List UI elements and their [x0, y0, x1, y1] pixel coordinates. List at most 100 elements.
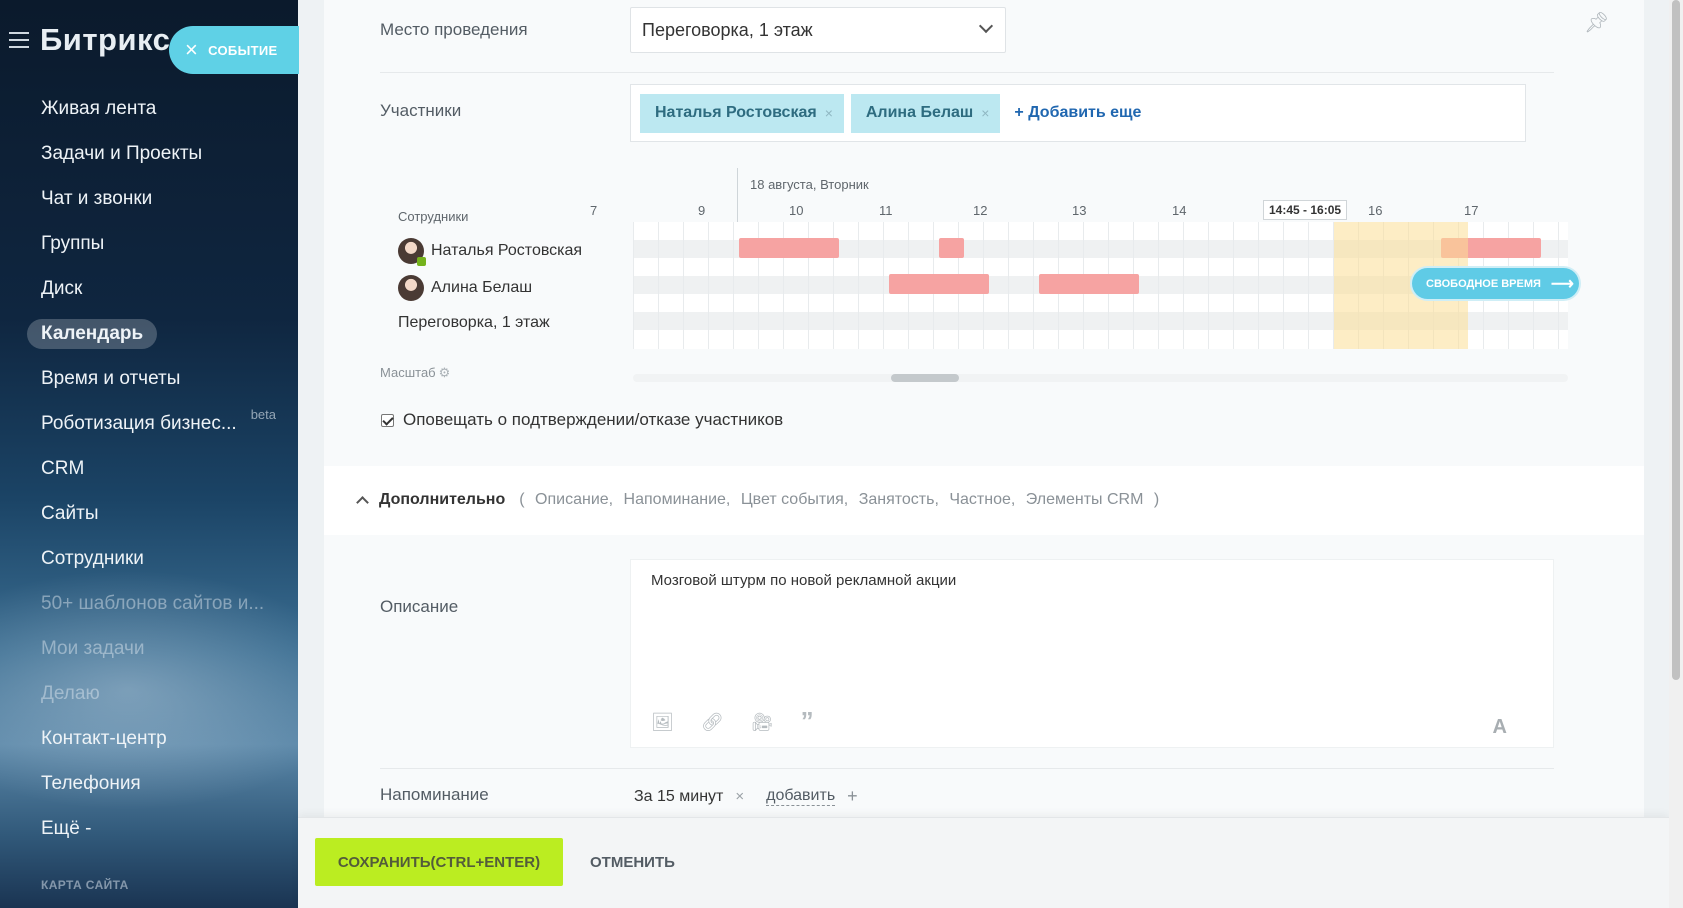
- quote-icon[interactable]: ”: [801, 708, 814, 734]
- hour-label: 17: [1464, 203, 1479, 218]
- sidebar-item[interactable]: Задачи и Проекты: [0, 131, 298, 176]
- free-time-label: СВОБОДНОЕ ВРЕМЯ: [1426, 277, 1541, 290]
- sidebar-item[interactable]: Делаю: [0, 671, 298, 716]
- reminder-label: Напоминание: [380, 785, 489, 804]
- description-text[interactable]: Мозговой штурм по новой рекламной акции: [651, 572, 956, 589]
- beta-badge: beta: [250, 407, 277, 422]
- sidebar-item[interactable]: Календарь: [0, 311, 298, 356]
- additional-toggle[interactable]: Дополнительно ( Описание, Напоминание, Ц…: [356, 491, 1165, 509]
- event-button[interactable]: × СОБЫТИЕ: [169, 26, 299, 74]
- grid-line: [1183, 222, 1184, 349]
- sidebar: Битрикс Живая лента Задачи и Проекты Чат и…: [0, 0, 298, 908]
- paren: ): [1153, 491, 1160, 508]
- additional-link-private[interactable]: Частное,: [949, 491, 1015, 508]
- link-icon[interactable]: 🔗︎: [701, 712, 724, 733]
- additional-link-description[interactable]: Описание,: [535, 491, 613, 508]
- notify-checkbox[interactable]: [381, 413, 394, 427]
- sidebar-item[interactable]: Живая лента: [0, 86, 298, 131]
- plus-icon[interactable]: +: [847, 786, 858, 807]
- sidebar-item-label: CRM: [41, 457, 85, 479]
- participant-tag[interactable]: Алина Белаш ×: [850, 93, 1001, 133]
- sidebar-item[interactable]: Группы: [0, 221, 298, 266]
- video-icon[interactable]: 🎥︎: [751, 712, 774, 733]
- sidebar-item[interactable]: Сайты: [0, 491, 298, 536]
- date-divider: [737, 168, 738, 222]
- planner-scrollbar[interactable]: [633, 374, 1568, 382]
- font-format-button[interactable]: A: [1493, 716, 1507, 739]
- planner-row-person: Наталья Ростовская: [398, 238, 583, 266]
- sidebar-item[interactable]: Чат и звонки: [0, 176, 298, 221]
- hour-label: 16: [1368, 203, 1383, 218]
- sidebar-item[interactable]: Сотрудники: [0, 536, 298, 581]
- remove-icon[interactable]: ×: [825, 105, 833, 121]
- sidebar-item[interactable]: Время и отчеты: [0, 356, 298, 401]
- planner-row-person: Алина Белаш: [398, 275, 532, 301]
- grid-line: [1158, 222, 1159, 349]
- reminder-value: За 15 минут: [634, 787, 724, 805]
- add-participant-link[interactable]: + Добавить еще: [1014, 104, 1141, 122]
- sidebar-item[interactable]: Мои задачи: [0, 626, 298, 671]
- grid-line: [708, 222, 709, 349]
- selected-range-label: 14:45 - 16:05: [1263, 200, 1348, 220]
- remove-icon[interactable]: ×: [735, 788, 744, 805]
- reminder-row: За 15 минут × добавить +: [634, 786, 858, 807]
- sidebar-item-label: Ещё -: [41, 817, 92, 839]
- participant-tag[interactable]: Наталья Ростовская ×: [640, 93, 844, 133]
- chevron-up-icon: [356, 496, 369, 509]
- participants-field[interactable]: Наталья Ростовская × Алина Белаш × + Доб…: [630, 84, 1526, 142]
- logo[interactable]: Битрикс: [40, 22, 170, 58]
- employees-header: Сотрудники: [398, 209, 469, 224]
- pin-icon[interactable]: 📌︎: [1584, 10, 1609, 35]
- menu-burger-icon[interactable]: [9, 32, 29, 48]
- busy-slot: [739, 238, 839, 258]
- gear-icon[interactable]: ⚙: [439, 365, 451, 380]
- page-scrollbar[interactable]: [1669, 0, 1683, 908]
- image-icon[interactable]: 🖼︎: [651, 712, 674, 733]
- sidebar-item-label: Задачи и Проекты: [41, 142, 203, 164]
- grid-line: [1008, 222, 1009, 349]
- sidebar-item-label: Чат и звонки: [41, 187, 153, 209]
- busy-slot: [939, 238, 964, 258]
- save-button[interactable]: СОХРАНИТЬ(CTRL+ENTER): [315, 838, 563, 886]
- busy-slot: [889, 274, 989, 294]
- sidebar-item-label: Группы: [41, 232, 105, 254]
- hour-label: 9: [698, 203, 706, 218]
- sidebar-item-label: Телефония: [41, 772, 141, 794]
- cancel-button[interactable]: ОТМЕНИТЬ: [590, 854, 675, 871]
- description-editor[interactable]: Мозговой штурм по новой рекламной акции …: [630, 559, 1554, 748]
- sidebar-item[interactable]: CRM: [0, 446, 298, 491]
- grid-line: [1283, 222, 1284, 349]
- participant-name: Алина Белаш: [865, 104, 974, 121]
- scale-control[interactable]: Масштаб ⚙: [380, 365, 450, 381]
- editor-toolbar: 🖼︎ 🔗︎ 🎥︎ ”: [651, 708, 814, 734]
- additional-link-crm[interactable]: Элементы CRM: [1026, 491, 1144, 508]
- grid-line: [658, 222, 659, 349]
- location-value: Переговорка, 1 этаж: [642, 19, 813, 40]
- remove-icon[interactable]: ×: [981, 105, 989, 121]
- sitemap-link[interactable]: КАРТА САЙТА: [41, 878, 129, 892]
- sidebar-item[interactable]: Контакт-центр: [0, 716, 298, 761]
- additional-link-busy[interactable]: Занятость,: [859, 491, 939, 508]
- additional-link-color[interactable]: Цвет события,: [741, 491, 848, 508]
- sidebar-item-label: Роботизация бизнес...: [41, 412, 237, 434]
- sidebar-nav: Живая лента Задачи и Проекты Чат и звонки Г…: [0, 86, 298, 851]
- scrollbar-thumb[interactable]: [1672, 0, 1680, 680]
- free-time-button[interactable]: СВОБОДНОЕ ВРЕМЯ ⟶: [1412, 268, 1579, 299]
- sidebar-item[interactable]: 50+ шаблонов сайтов и...: [0, 581, 298, 626]
- sidebar-item[interactable]: Ещё -: [0, 806, 298, 851]
- sidebar-item-label: Живая лента: [41, 97, 157, 119]
- location-select[interactable]: Переговорка, 1 этаж: [630, 7, 1006, 53]
- hour-label: 14: [1172, 203, 1187, 218]
- grid-line: [883, 222, 884, 349]
- scrollbar-thumb[interactable]: [891, 374, 959, 382]
- divider: [380, 72, 1554, 73]
- additional-link-reminder[interactable]: Напоминание,: [624, 491, 731, 508]
- notify-checkbox-row[interactable]: Оповещать о подтверждении/отказе участни…: [381, 410, 783, 430]
- sidebar-item[interactable]: Диск: [0, 266, 298, 311]
- planner-person-name: Наталья Ростовская: [431, 242, 583, 259]
- grid-line: [1308, 222, 1309, 349]
- sidebar-item[interactable]: Роботизация бизнес... beta: [0, 401, 298, 446]
- grid-line: [683, 222, 684, 349]
- sidebar-item[interactable]: Телефония: [0, 761, 298, 806]
- add-reminder-link[interactable]: добавить: [766, 787, 836, 806]
